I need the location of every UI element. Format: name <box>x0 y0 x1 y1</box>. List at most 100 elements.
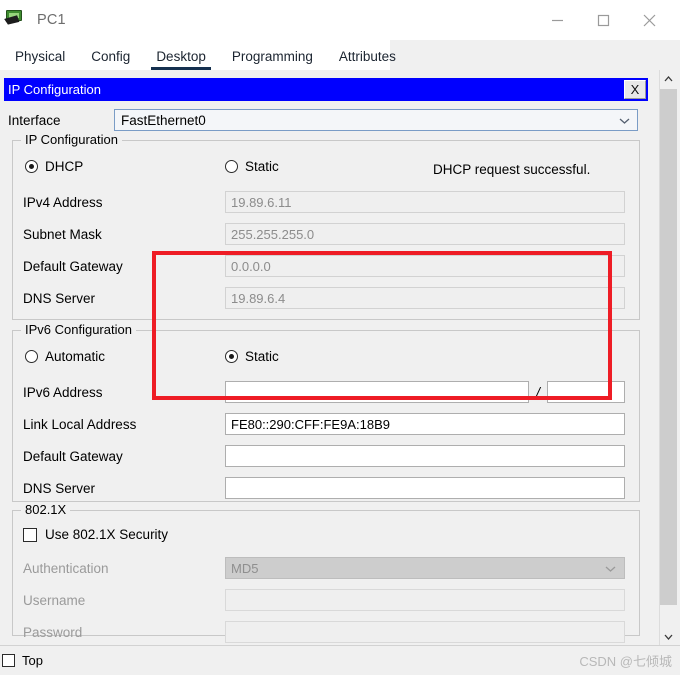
radio-static-ipv6[interactable]: Static <box>225 349 279 364</box>
subnet-mask-input[interactable]: 255.255.255.0 <box>225 223 625 245</box>
pc1-window: PC1 Physical Config Desktop Programming … <box>0 0 680 675</box>
watermark: CSDN @七倾城 <box>579 654 672 669</box>
top-checkbox[interactable]: Top <box>2 653 43 668</box>
authentication-row: Authentication MD5 <box>13 557 639 579</box>
tab-desktop[interactable]: Desktop <box>147 49 215 70</box>
ipv4-mode-row: DHCP Static DHCP request successful. <box>13 159 639 183</box>
ipv6-gateway-input[interactable] <box>225 445 625 467</box>
ipv6-address-row: IPv6 Address / <box>13 381 639 403</box>
window-titlebar: PC1 <box>0 0 680 40</box>
ipv4-address-label: IPv4 Address <box>23 194 103 210</box>
ip-configuration-titlebar: IP Configuration X <box>4 78 648 101</box>
ipv6-prefix-input[interactable] <box>547 381 625 403</box>
link-local-address-label: Link Local Address <box>23 416 137 432</box>
radio-static-ipv4-label: Static <box>245 159 279 174</box>
ipv6-group-legend: IPv6 Configuration <box>21 322 136 337</box>
tab-config-label: Config <box>91 49 131 64</box>
radio-automatic[interactable]: Automatic <box>25 349 105 364</box>
ipv6-dns-input[interactable] <box>225 477 625 499</box>
ipv6-dns-row: DNS Server <box>13 477 639 499</box>
tab-physical[interactable]: Physical <box>6 49 74 70</box>
subnet-mask-row: Subnet Mask 255.255.255.0 <box>13 223 639 245</box>
username-input[interactable] <box>225 589 625 611</box>
ipv4-gateway-label: Default Gateway <box>23 258 123 274</box>
desktop-content: IP Configuration X Interface FastEtherne… <box>0 70 680 645</box>
radio-static-ipv6-label: Static <box>245 349 279 364</box>
password-row: Password <box>13 621 639 643</box>
tab-desktop-label: Desktop <box>156 49 206 64</box>
password-input[interactable] <box>225 621 625 643</box>
ipv6-mode-row: Automatic Static <box>13 349 639 373</box>
ipv4-gateway-row: Default Gateway 0.0.0.0 <box>13 255 639 277</box>
radio-static-ipv4-dot <box>225 160 238 173</box>
authentication-select[interactable]: MD5 <box>225 557 625 579</box>
tabbar: Physical Config Desktop Programming Attr… <box>0 40 680 70</box>
authentication-label: Authentication <box>23 560 109 576</box>
minimize-icon[interactable] <box>534 0 580 40</box>
pc-device-icon <box>3 9 25 31</box>
ip-config-close-button[interactable]: X <box>624 80 646 99</box>
ipv6-configuration-group: IPv6 Configuration Automatic Static IPv6… <box>12 322 640 502</box>
ipv4-address-input[interactable]: 19.89.6.11 <box>225 191 625 213</box>
link-local-address-row: Link Local Address FE80::290:CFF:FE9A:18… <box>13 413 639 435</box>
vertical-scrollbar[interactable] <box>659 70 677 645</box>
username-label: Username <box>23 592 86 608</box>
interface-label: Interface <box>8 112 61 128</box>
tab-attributes-label: Attributes <box>338 49 396 64</box>
radio-static-ipv4[interactable]: Static <box>225 159 279 174</box>
bottom-bar: Top CSDN @七倾城 <box>0 645 680 675</box>
maximize-icon[interactable] <box>580 0 626 40</box>
tab-programming-label: Programming <box>231 49 313 64</box>
ip-configuration-title: IP Configuration <box>8 82 101 97</box>
ipv6-address-input[interactable] <box>225 381 530 403</box>
interface-value: FastEthernet0 <box>121 112 206 128</box>
ipv6-dns-label: DNS Server <box>23 480 96 496</box>
ipv4-dns-row: DNS Server 19.89.6.4 <box>13 287 639 309</box>
ip-configuration-window: IP Configuration X Interface FastEtherne… <box>4 78 648 645</box>
tab-programming[interactable]: Programming <box>223 49 322 70</box>
scroll-down-button[interactable] <box>660 628 677 645</box>
use-dot1x-checkbox[interactable]: Use 802.1X Security <box>23 527 168 542</box>
ipv4-dns-input[interactable]: 19.89.6.4 <box>225 287 625 309</box>
radio-dhcp[interactable]: DHCP <box>25 159 83 174</box>
radio-automatic-label: Automatic <box>45 349 106 364</box>
ipv4-address-row: IPv4 Address 19.89.6.11 <box>13 191 639 213</box>
ipv6-gateway-label: Default Gateway <box>23 448 123 464</box>
top-checkbox-label: Top <box>22 653 43 668</box>
radio-static-ipv6-dot <box>225 350 238 363</box>
ipv6-prefix-separator: / <box>536 384 540 400</box>
ipv4-group-legend: IP Configuration <box>21 132 122 147</box>
chevron-down-icon <box>605 561 616 576</box>
ipv4-dns-label: DNS Server <box>23 290 96 306</box>
tab-config[interactable]: Config <box>82 49 139 70</box>
dot1x-group: 802.1X Use 802.1X Security Authenticatio… <box>12 502 640 643</box>
radio-dhcp-label: DHCP <box>45 159 84 174</box>
dhcp-status-text: DHCP request successful. <box>433 162 591 177</box>
radio-automatic-dot <box>25 350 38 363</box>
window-controls <box>534 0 680 40</box>
use-dot1x-checkbox-box <box>23 527 37 542</box>
ipv4-gateway-input[interactable]: 0.0.0.0 <box>225 255 625 277</box>
scroll-up-button[interactable] <box>660 70 677 87</box>
radio-dhcp-dot <box>25 160 38 173</box>
tab-attributes[interactable]: Attributes <box>330 49 405 70</box>
chevron-down-icon <box>619 113 630 128</box>
subnet-mask-label: Subnet Mask <box>23 226 102 242</box>
ipv6-gateway-row: Default Gateway <box>13 445 639 467</box>
ipv6-address-label: IPv6 Address <box>23 384 103 400</box>
password-label: Password <box>23 624 83 640</box>
scrollbar-track[interactable] <box>660 87 677 628</box>
ipv4-configuration-group: IP Configuration DHCP Static DHCP reques… <box>12 132 640 320</box>
top-checkbox-box <box>2 654 15 667</box>
scrollbar-thumb[interactable] <box>660 89 677 605</box>
interface-row: Interface FastEthernet0 <box>4 108 648 132</box>
tab-physical-label: Physical <box>15 49 66 64</box>
close-icon[interactable] <box>626 0 672 40</box>
username-row: Username <box>13 589 639 611</box>
dot1x-group-legend: 802.1X <box>21 502 71 517</box>
use-dot1x-checkbox-label: Use 802.1X Security <box>45 527 169 542</box>
interface-select[interactable]: FastEthernet0 <box>114 109 638 131</box>
authentication-value: MD5 <box>231 560 259 576</box>
link-local-address-input[interactable]: FE80::290:CFF:FE9A:18B9 <box>225 413 625 435</box>
window-title: PC1 <box>37 12 66 28</box>
